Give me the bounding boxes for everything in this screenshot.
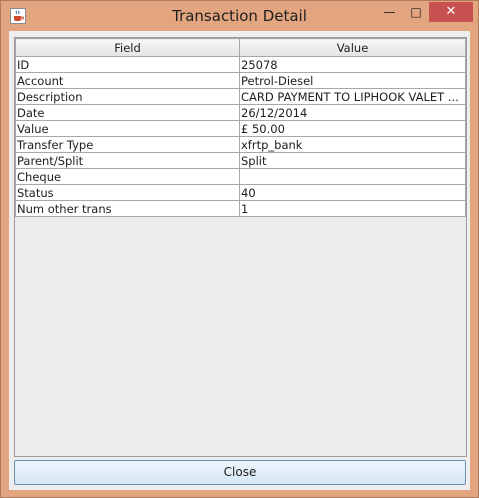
value-cell[interactable]: Petrol-Diesel <box>239 72 466 89</box>
close-button[interactable]: Close <box>14 460 466 485</box>
detail-table-scrollpane[interactable]: Field Value ID 25078 Account Petrol-Dies… <box>14 37 467 457</box>
field-cell[interactable]: Description <box>15 88 240 105</box>
value-cell[interactable]: Split <box>239 152 466 169</box>
field-cell[interactable]: Num other trans <box>15 200 240 217</box>
table-header-row: Field Value <box>15 38 466 57</box>
field-cell[interactable]: Account <box>15 72 240 89</box>
field-cell[interactable]: Date <box>15 104 240 121</box>
window-close-button[interactable]: ✕ <box>429 2 473 22</box>
table-row[interactable]: Status 40 <box>15 184 466 201</box>
minimize-button[interactable]: — <box>376 2 403 22</box>
field-cell[interactable]: Status <box>15 184 240 201</box>
field-cell[interactable]: ID <box>15 56 240 73</box>
transaction-detail-window: Transaction Detail — □ ✕ Field Value ID … <box>0 0 479 498</box>
value-cell[interactable]: xfrtp_bank <box>239 136 466 153</box>
value-cell[interactable]: 1 <box>239 200 466 217</box>
table-row[interactable]: Description CARD PAYMENT TO LIPHOOK VALE… <box>15 88 466 105</box>
field-cell[interactable]: Value <box>15 120 240 137</box>
table-row[interactable]: Value £ 50.00 <box>15 120 466 137</box>
value-cell[interactable]: 40 <box>239 184 466 201</box>
dialog-content: Field Value ID 25078 Account Petrol-Dies… <box>9 31 470 490</box>
value-cell[interactable]: 25078 <box>239 56 466 73</box>
table-row[interactable]: Date 26/12/2014 <box>15 104 466 121</box>
field-cell[interactable]: Cheque <box>15 168 240 185</box>
table-row[interactable]: Account Petrol-Diesel <box>15 72 466 89</box>
field-cell[interactable]: Transfer Type <box>15 136 240 153</box>
value-cell[interactable]: CARD PAYMENT TO LIPHOOK VALET ... <box>239 88 466 105</box>
field-cell[interactable]: Parent/Split <box>15 152 240 169</box>
maximize-button[interactable]: □ <box>403 2 429 22</box>
detail-table: Field Value ID 25078 Account Petrol-Dies… <box>15 38 466 217</box>
value-cell[interactable] <box>239 168 466 185</box>
table-row[interactable]: Transfer Type xfrtp_bank <box>15 136 466 153</box>
column-header-field[interactable]: Field <box>15 38 240 57</box>
value-cell[interactable]: 26/12/2014 <box>239 104 466 121</box>
column-header-value[interactable]: Value <box>239 38 466 57</box>
table-row[interactable]: ID 25078 <box>15 56 466 73</box>
title-bar[interactable]: Transaction Detail — □ ✕ <box>1 1 478 31</box>
table-row[interactable]: Parent/Split Split <box>15 152 466 169</box>
value-cell[interactable]: £ 50.00 <box>239 120 466 137</box>
table-row[interactable]: Cheque <box>15 168 466 185</box>
table-row[interactable]: Num other trans 1 <box>15 200 466 217</box>
